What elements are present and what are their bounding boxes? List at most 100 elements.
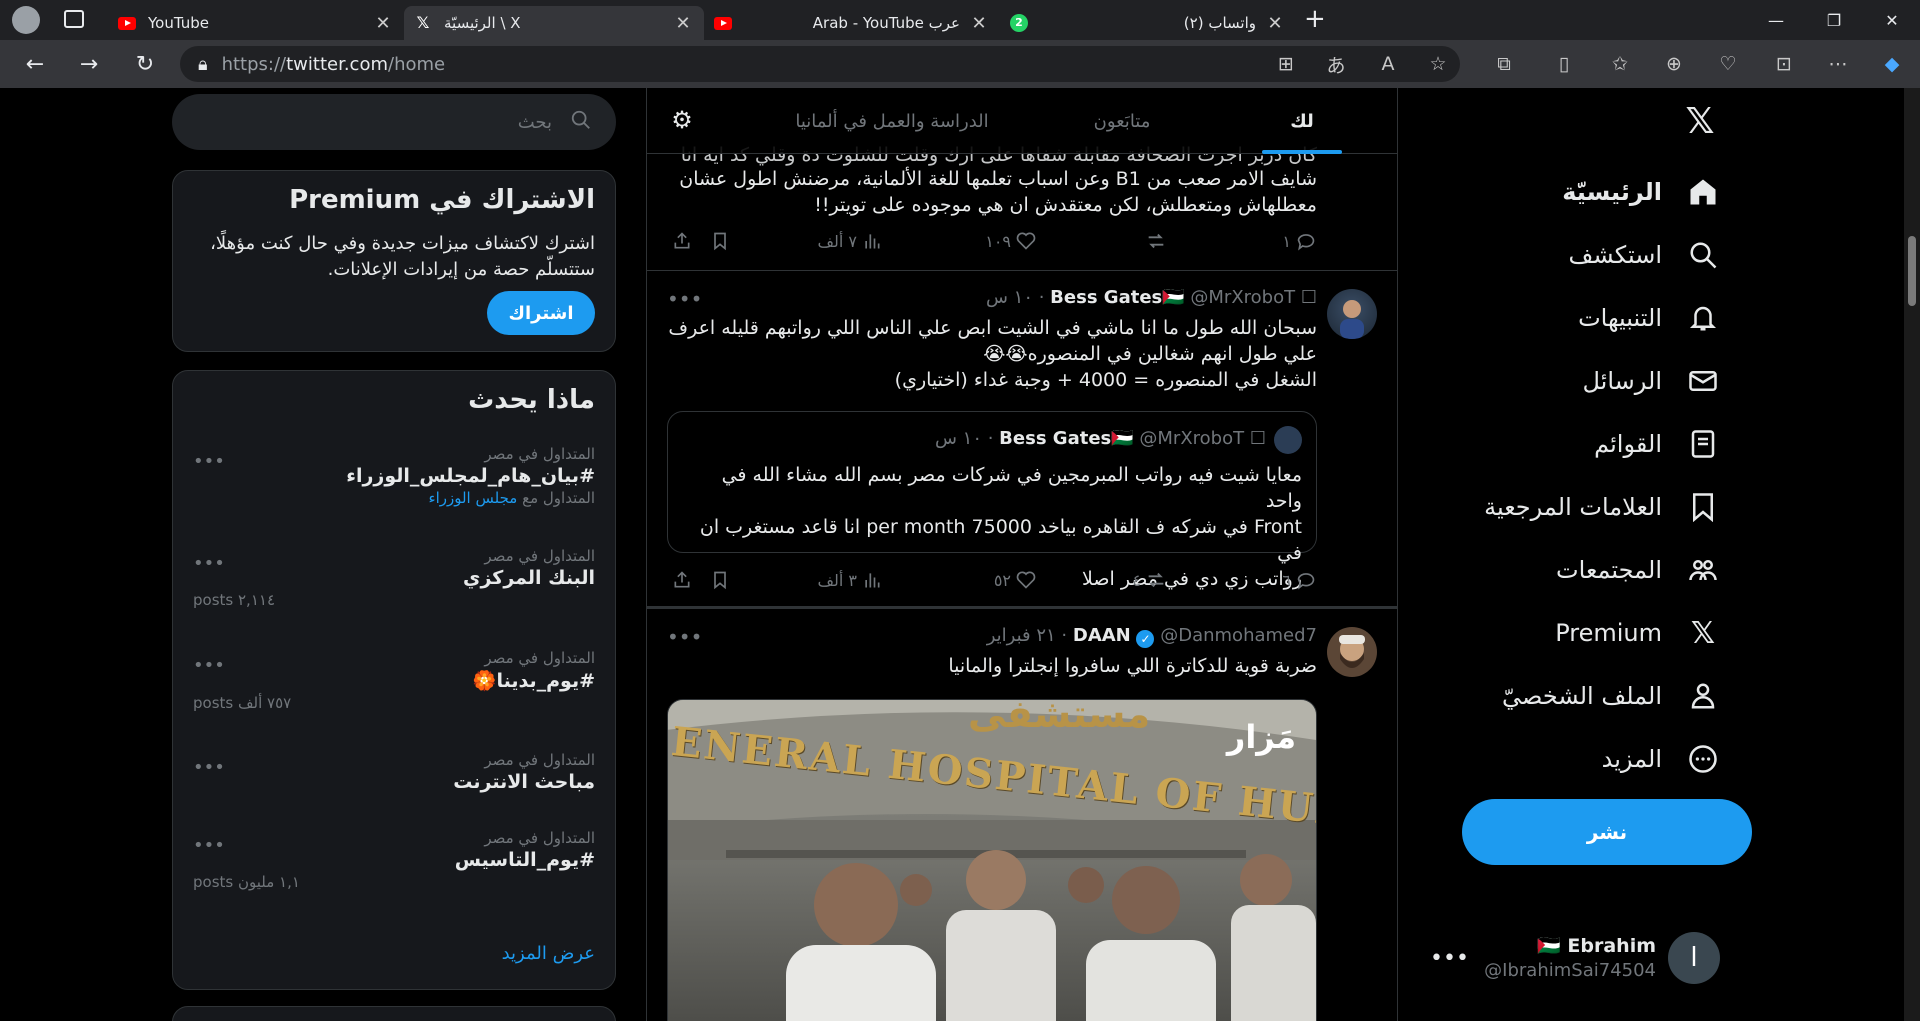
- trend-item[interactable]: المتداول في مصر #بيان_هام_لمجلس_الوزراء …: [193, 445, 595, 507]
- reply-button[interactable]: ٦: [1282, 569, 1317, 591]
- like-button[interactable]: ١٠٩: [985, 230, 1037, 252]
- settings-more-icon[interactable]: ⋯: [1820, 46, 1856, 82]
- browser-tab-x[interactable]: 𝕏 الرئيسيّة \ X ✕: [404, 6, 704, 40]
- close-window-icon[interactable]: ✕: [1864, 0, 1920, 40]
- trend-related-link[interactable]: مجلس الوزراء: [429, 489, 518, 507]
- tweet-time[interactable]: ١٠ س: [986, 287, 1033, 308]
- retweet-button[interactable]: ٤: [1132, 569, 1167, 591]
- search-input[interactable]: بحث: [518, 112, 552, 133]
- tab-list-germany[interactable]: الدراسة والعمل في ألمانيا: [747, 88, 1037, 154]
- health-icon[interactable]: ♡: [1710, 46, 1746, 82]
- copilot-icon[interactable]: ◆: [1874, 46, 1910, 82]
- author-name[interactable]: Bess Gates: [1050, 287, 1162, 308]
- image-sign-arabic: مستشفى: [968, 699, 1151, 736]
- tab-for-you[interactable]: لك: [1207, 88, 1397, 154]
- avatar[interactable]: [1327, 627, 1377, 677]
- x-logo-icon: 𝕏: [1690, 615, 1716, 651]
- nav-profile[interactable]: الملف الشخصيّ: [1502, 668, 1720, 724]
- bookmark-button[interactable]: [705, 230, 731, 252]
- nav-label: الرئيسيّة: [1562, 178, 1662, 206]
- retweet-button[interactable]: [1141, 230, 1167, 252]
- close-icon[interactable]: ✕: [672, 13, 694, 34]
- favorite-star-icon[interactable]: ☆: [1420, 46, 1456, 82]
- trend-context: المتداول في مصر: [484, 445, 595, 463]
- maximize-icon[interactable]: ❐: [1806, 0, 1862, 40]
- tweet[interactable]: DAAN ✓ @Danmohamed7 · ٢١ فبراير ••• ضربة…: [647, 609, 1397, 1021]
- nav-bookmarks[interactable]: العلامات المرجعية: [1484, 479, 1720, 535]
- tab-actions-icon[interactable]: [64, 10, 84, 28]
- show-more-link[interactable]: عرض المزيد: [502, 943, 595, 964]
- close-icon[interactable]: ✕: [372, 13, 394, 34]
- more-options-icon[interactable]: •••: [193, 835, 225, 856]
- trend-item[interactable]: المتداول في مصر #يوم_بدينا🏵️ ٧٥٧ ألف pos…: [193, 649, 595, 712]
- tweet[interactable]: ☐ Bess Gates🇵🇸 @MrXroboT · ١٠ س ••• سبحا…: [647, 271, 1397, 609]
- more-options-icon[interactable]: •••: [1430, 946, 1469, 971]
- next-card-edge: [172, 1006, 616, 1021]
- tab-following[interactable]: متابَعون: [1037, 88, 1207, 154]
- gear-icon[interactable]: ⚙: [667, 106, 697, 136]
- read-aloud-icon[interactable]: A: [1370, 46, 1406, 82]
- page-scrollbar[interactable]: [1904, 88, 1920, 1021]
- nav-notifications[interactable]: التنبيهات: [1578, 290, 1720, 346]
- author-name[interactable]: DAAN: [1073, 625, 1131, 646]
- trend-item[interactable]: المتداول في مصر البنك المركزي ٢,١١٤ post…: [193, 547, 595, 609]
- search-icon: [568, 109, 592, 136]
- more-options-icon[interactable]: •••: [667, 287, 702, 311]
- account-switcher[interactable]: ا 🇵🇸 Ebrahim @IbrahimSai74504 •••: [1430, 924, 1720, 994]
- more-options-icon[interactable]: •••: [193, 757, 225, 778]
- tweet-time[interactable]: ٢١ فبراير: [987, 625, 1056, 646]
- trend-item[interactable]: المتداول في مصر #يوم_التاسيس ١,١ مليون p…: [193, 829, 595, 891]
- nav-communities[interactable]: المجتمعات: [1556, 542, 1720, 598]
- browser-tab-youtube[interactable]: YouTube ✕: [108, 6, 404, 40]
- collections-icon[interactable]: ⊕: [1656, 46, 1692, 82]
- subscribe-button[interactable]: اشتراك: [487, 291, 595, 335]
- close-icon[interactable]: ✕: [1264, 13, 1286, 34]
- split-screen-icon[interactable]: ▯: [1546, 46, 1582, 82]
- new-tab-button[interactable]: +: [1304, 4, 1326, 34]
- quoted-tweet[interactable]: ☐ Bess Gates🇵🇸 @MrXroboT · ١٠ س معايا شي…: [667, 411, 1317, 590]
- reload-icon[interactable]: ↻: [122, 46, 168, 82]
- author-handle[interactable]: @Danmohamed7: [1160, 625, 1317, 646]
- share-button[interactable]: [667, 230, 693, 252]
- nav-lists[interactable]: القوائم: [1594, 416, 1720, 472]
- back-icon[interactable]: ←: [12, 46, 58, 82]
- url-host: twitter.com: [286, 53, 388, 75]
- browser-tab-whatsapp[interactable]: 2 (٢) واتساب ✕: [1000, 6, 1296, 40]
- trend-item[interactable]: المتداول في مصر مباحث الانترنت •••: [193, 751, 595, 793]
- close-icon[interactable]: ✕: [968, 13, 990, 34]
- views-button[interactable]: ٧ ألف: [817, 230, 883, 252]
- nav-messages[interactable]: الرسائل: [1583, 353, 1721, 409]
- author-handle: @MrXroboT: [1139, 428, 1245, 449]
- nav-explore[interactable]: استكشف: [1568, 227, 1720, 283]
- post-button[interactable]: نشر: [1462, 799, 1752, 865]
- extensions-icon[interactable]: ⧉: [1486, 46, 1522, 82]
- views-button[interactable]: ٣ ألف: [817, 569, 883, 591]
- browser-toolbar: ← → ↻ 🔒︎ https://twitter.com/home ⊞ あ A …: [0, 40, 1920, 88]
- avatar[interactable]: [1327, 289, 1377, 339]
- screenshot-icon[interactable]: ⊡: [1766, 46, 1802, 82]
- forward-icon[interactable]: →: [66, 46, 112, 82]
- minimize-icon[interactable]: —: [1748, 0, 1804, 40]
- more-options-icon[interactable]: •••: [193, 655, 225, 676]
- author-handle[interactable]: @MrXroboT: [1190, 287, 1295, 308]
- search-box[interactable]: بحث: [172, 94, 616, 150]
- more-options-icon[interactable]: •••: [667, 625, 702, 649]
- nav-home[interactable]: الرئيسيّة: [1562, 164, 1720, 220]
- favorites-icon[interactable]: ✩: [1602, 46, 1638, 82]
- nav-more[interactable]: المزيد: [1602, 731, 1720, 787]
- reply-button[interactable]: ١: [1282, 230, 1317, 252]
- browser-tab-arab-youtube[interactable]: Arab - YouTube عرب ✕: [704, 6, 1000, 40]
- like-button[interactable]: ٥٢: [994, 569, 1037, 591]
- bookmark-button[interactable]: [705, 569, 731, 591]
- bookmark-icon: [1686, 490, 1720, 524]
- translate-icon[interactable]: あ: [1318, 46, 1354, 82]
- profile-avatar[interactable]: [12, 6, 40, 34]
- tweet-image[interactable]: ENERAL HOSPITAL OF HUR مستشفى مَزار: [667, 699, 1317, 1021]
- apps-icon[interactable]: ⊞: [1268, 46, 1304, 82]
- nav-premium[interactable]: 𝕏 Premium: [1555, 605, 1720, 661]
- verified-badge-icon: ✓: [1136, 630, 1155, 648]
- more-options-icon[interactable]: •••: [193, 451, 225, 472]
- more-options-icon[interactable]: •••: [193, 553, 225, 574]
- share-button[interactable]: [667, 569, 693, 591]
- scrollbar-thumb[interactable]: [1908, 236, 1916, 306]
